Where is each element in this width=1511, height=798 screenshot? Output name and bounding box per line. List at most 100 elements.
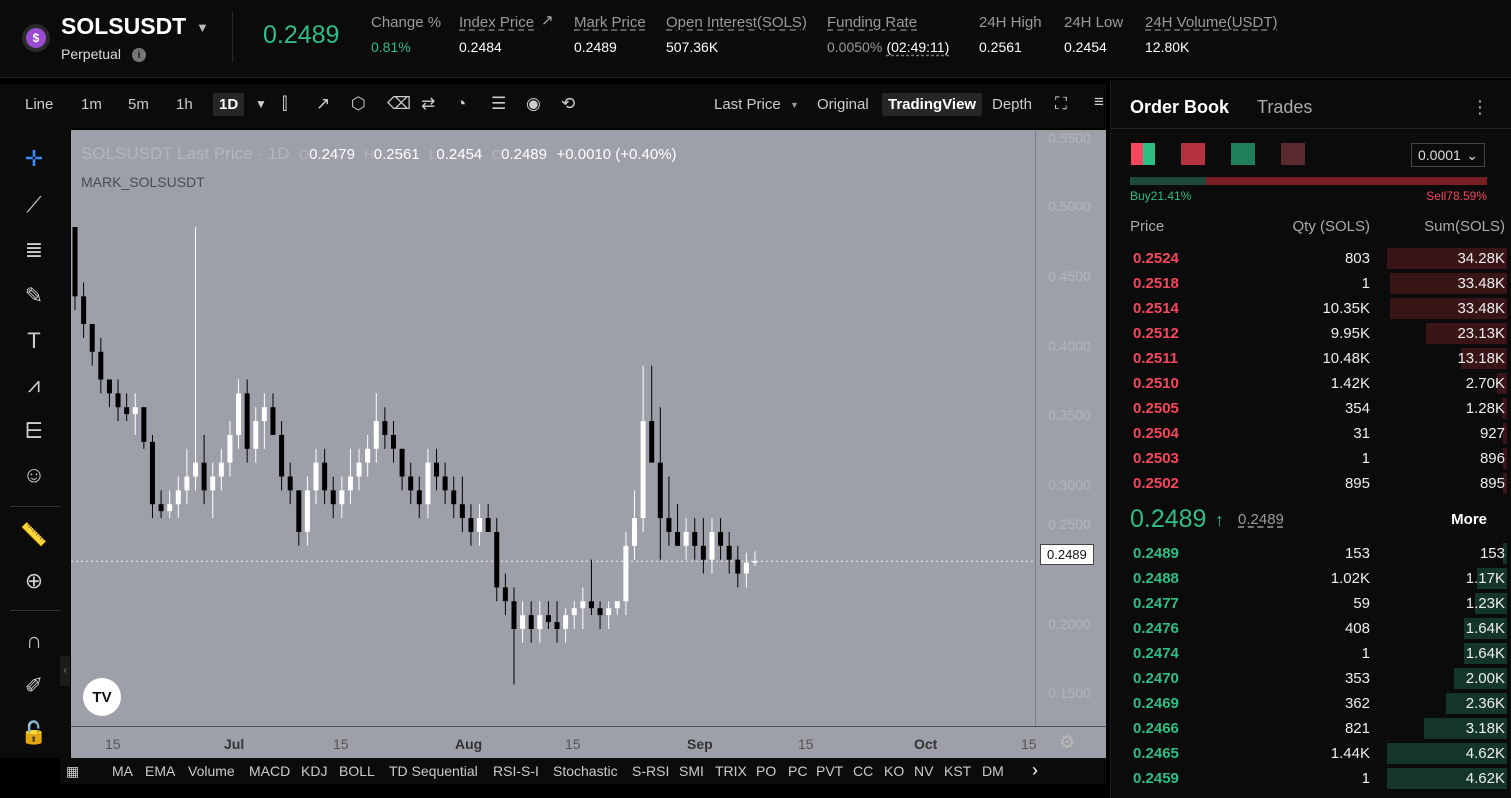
- interval-1d[interactable]: 1D: [213, 93, 245, 116]
- camera-icon[interactable]: ◉: [526, 94, 541, 114]
- text-icon[interactable]: T: [17, 324, 51, 358]
- indicator-smi[interactable]: SMI: [679, 763, 704, 779]
- eye-off-icon[interactable]: ◌: [218, 174, 226, 190]
- view-both-icon[interactable]: [1131, 143, 1155, 165]
- indicator-ma[interactable]: MA: [112, 763, 133, 779]
- brush-icon[interactable]: ✎: [17, 279, 51, 313]
- crosshair-icon[interactable]: ✛: [17, 142, 51, 176]
- measure-lines-icon[interactable]: ⋿: [17, 414, 51, 448]
- ask-row[interactable]: 0.2505 354 1.28K: [1111, 396, 1511, 421]
- tab-trades[interactable]: Trades: [1257, 97, 1312, 118]
- stat-index-price[interactable]: Index Price 0.2484 ↗: [459, 12, 554, 56]
- indicator-volume[interactable]: Volume: [188, 763, 235, 779]
- indicator-s-rsi[interactable]: S-RSI: [632, 763, 669, 779]
- scroll-right-icon[interactable]: ›: [1032, 760, 1038, 781]
- ask-row[interactable]: 0.2510 1.42K 2.70K: [1111, 371, 1511, 396]
- indicator-rsi-s-i[interactable]: RSI-S-I: [493, 763, 539, 779]
- mark-series-label[interactable]: MARK_SOLSUSDT ◌: [81, 174, 227, 190]
- indicator-kst[interactable]: KST: [944, 763, 971, 779]
- interval-line[interactable]: Line: [25, 96, 53, 113]
- indicator-kdj[interactable]: KDJ: [301, 763, 327, 779]
- axis-settings-icon[interactable]: ⚙: [1059, 732, 1075, 753]
- more-options-icon[interactable]: ⋮: [1471, 97, 1489, 118]
- trend-line-icon[interactable]: ⟋: [17, 188, 51, 222]
- price-type-select[interactable]: Last Price: [714, 96, 781, 113]
- indicator-boll[interactable]: BOLL: [339, 763, 375, 779]
- info-icon[interactable]: i: [132, 48, 146, 62]
- template-icon[interactable]: ◔: [456, 94, 466, 114]
- list-icon[interactable]: ☰: [491, 94, 506, 114]
- ask-row[interactable]: 0.2511 10.48K 13.18K: [1111, 346, 1511, 371]
- price-axis[interactable]: 0.5500 0.5000 0.4500 0.4000 0.3500 0.300…: [1035, 130, 1106, 726]
- view-original[interactable]: Original: [817, 96, 869, 113]
- indicator-po[interactable]: PO: [756, 763, 776, 779]
- indicators-icon[interactable]: ↗: [316, 94, 330, 114]
- bid-row[interactable]: 0.2466 821 3.18K: [1111, 716, 1511, 741]
- indicator-ko[interactable]: KO: [884, 763, 904, 779]
- magnet-icon[interactable]: ∩: [17, 624, 51, 658]
- bid-row[interactable]: 0.2470 353 2.00K: [1111, 666, 1511, 691]
- settings-icon[interactable]: ⬡: [351, 94, 366, 114]
- view-depth[interactable]: Depth: [992, 96, 1032, 113]
- bid-row[interactable]: 0.2489 153 153: [1111, 541, 1511, 566]
- view-trades-icon[interactable]: [1281, 143, 1305, 165]
- ask-row[interactable]: 0.2514 10.35K 33.48K: [1111, 296, 1511, 321]
- bid-row[interactable]: 0.2459 1 4.62K: [1111, 766, 1511, 791]
- divider: [1111, 128, 1511, 129]
- bid-row[interactable]: 0.2474 1 1.64K: [1111, 641, 1511, 666]
- more-button[interactable]: More: [1451, 511, 1487, 528]
- compare-icon[interactable]: ⇄: [421, 94, 435, 114]
- view-bids-icon[interactable]: [1231, 143, 1255, 165]
- unlock-icon[interactable]: 🔓: [17, 716, 51, 750]
- indicator-pc[interactable]: PC: [788, 763, 807, 779]
- interval-1m[interactable]: 1m: [81, 96, 102, 113]
- indicator-pvt[interactable]: PVT: [816, 763, 843, 779]
- time-axis[interactable]: 15 Jul 15 Aug 15 Sep 15 Oct 15 ⚙: [71, 726, 1106, 758]
- indicator-td-sequential[interactable]: TD Sequential: [389, 763, 478, 779]
- indicator-cc[interactable]: CC: [853, 763, 873, 779]
- view-tradingview[interactable]: TradingView: [882, 93, 983, 116]
- ask-row[interactable]: 0.2524 803 34.28K: [1111, 246, 1511, 271]
- indicator-macd[interactable]: MACD: [249, 763, 290, 779]
- symbol-dropdown-icon[interactable]: ▼: [196, 20, 209, 35]
- interval-5m[interactable]: 5m: [128, 96, 149, 113]
- bid-row[interactable]: 0.2488 1.02K 1.17K: [1111, 566, 1511, 591]
- calendar-icon[interactable]: ▦: [66, 763, 79, 780]
- precision-select[interactable]: 0.0001 ⌄: [1411, 143, 1485, 167]
- ask-row[interactable]: 0.2503 1 896: [1111, 446, 1511, 471]
- emoji-icon[interactable]: ☺: [17, 458, 51, 492]
- more-intervals-icon[interactable]: ▼: [255, 97, 267, 111]
- pattern-icon[interactable]: ⩘: [17, 368, 51, 402]
- indicator-dm[interactable]: DM: [982, 763, 1004, 779]
- fullscreen-icon[interactable]: ⛶: [1055, 94, 1067, 114]
- ask-row[interactable]: 0.2512 9.95K 23.13K: [1111, 321, 1511, 346]
- tab-order-book[interactable]: Order Book: [1130, 97, 1229, 118]
- view-asks-icon[interactable]: [1181, 143, 1205, 165]
- chevron-down-icon[interactable]: ▼: [790, 100, 799, 110]
- bid-row[interactable]: 0.2469 362 2.36K: [1111, 691, 1511, 716]
- indicator-ema[interactable]: EMA: [145, 763, 175, 779]
- replay-icon[interactable]: ⟲: [561, 94, 575, 114]
- external-link-icon[interactable]: ↗: [541, 11, 554, 29]
- bid-row[interactable]: 0.2476 408 1.64K: [1111, 616, 1511, 641]
- bid-row[interactable]: 0.2465 1.44K 4.62K: [1111, 741, 1511, 766]
- interval-1h[interactable]: 1h: [176, 96, 193, 113]
- symbol-name[interactable]: SOLSUSDT: [61, 13, 186, 40]
- zoom-icon[interactable]: ⊕: [17, 564, 51, 598]
- tradingview-logo[interactable]: TV: [83, 678, 121, 716]
- trash-icon[interactable]: ⌫: [387, 94, 411, 114]
- collapse-toolbar-icon[interactable]: ‹: [60, 656, 70, 686]
- ruler-icon[interactable]: 📏: [17, 518, 51, 552]
- lock-drawing-icon[interactable]: ✐: [17, 669, 51, 703]
- bid-row[interactable]: 0.2477 59 1.23K: [1111, 591, 1511, 616]
- ask-row[interactable]: 0.2502 895 895: [1111, 471, 1511, 496]
- indicator-nv[interactable]: NV: [914, 763, 933, 779]
- candlestick-chart[interactable]: SOLSUSDT Last Price · 1D O0.2479 H0.2561…: [71, 130, 1035, 726]
- candle-type-icon[interactable]: ⫿: [282, 94, 287, 114]
- ask-row[interactable]: 0.2518 1 33.48K: [1111, 271, 1511, 296]
- horizontal-lines-icon[interactable]: ≣: [17, 233, 51, 267]
- menu-icon[interactable]: ≡: [1094, 92, 1104, 112]
- ask-row[interactable]: 0.2504 31 927: [1111, 421, 1511, 446]
- indicator-trix[interactable]: TRIX: [715, 763, 747, 779]
- indicator-stochastic[interactable]: Stochastic: [553, 763, 618, 779]
